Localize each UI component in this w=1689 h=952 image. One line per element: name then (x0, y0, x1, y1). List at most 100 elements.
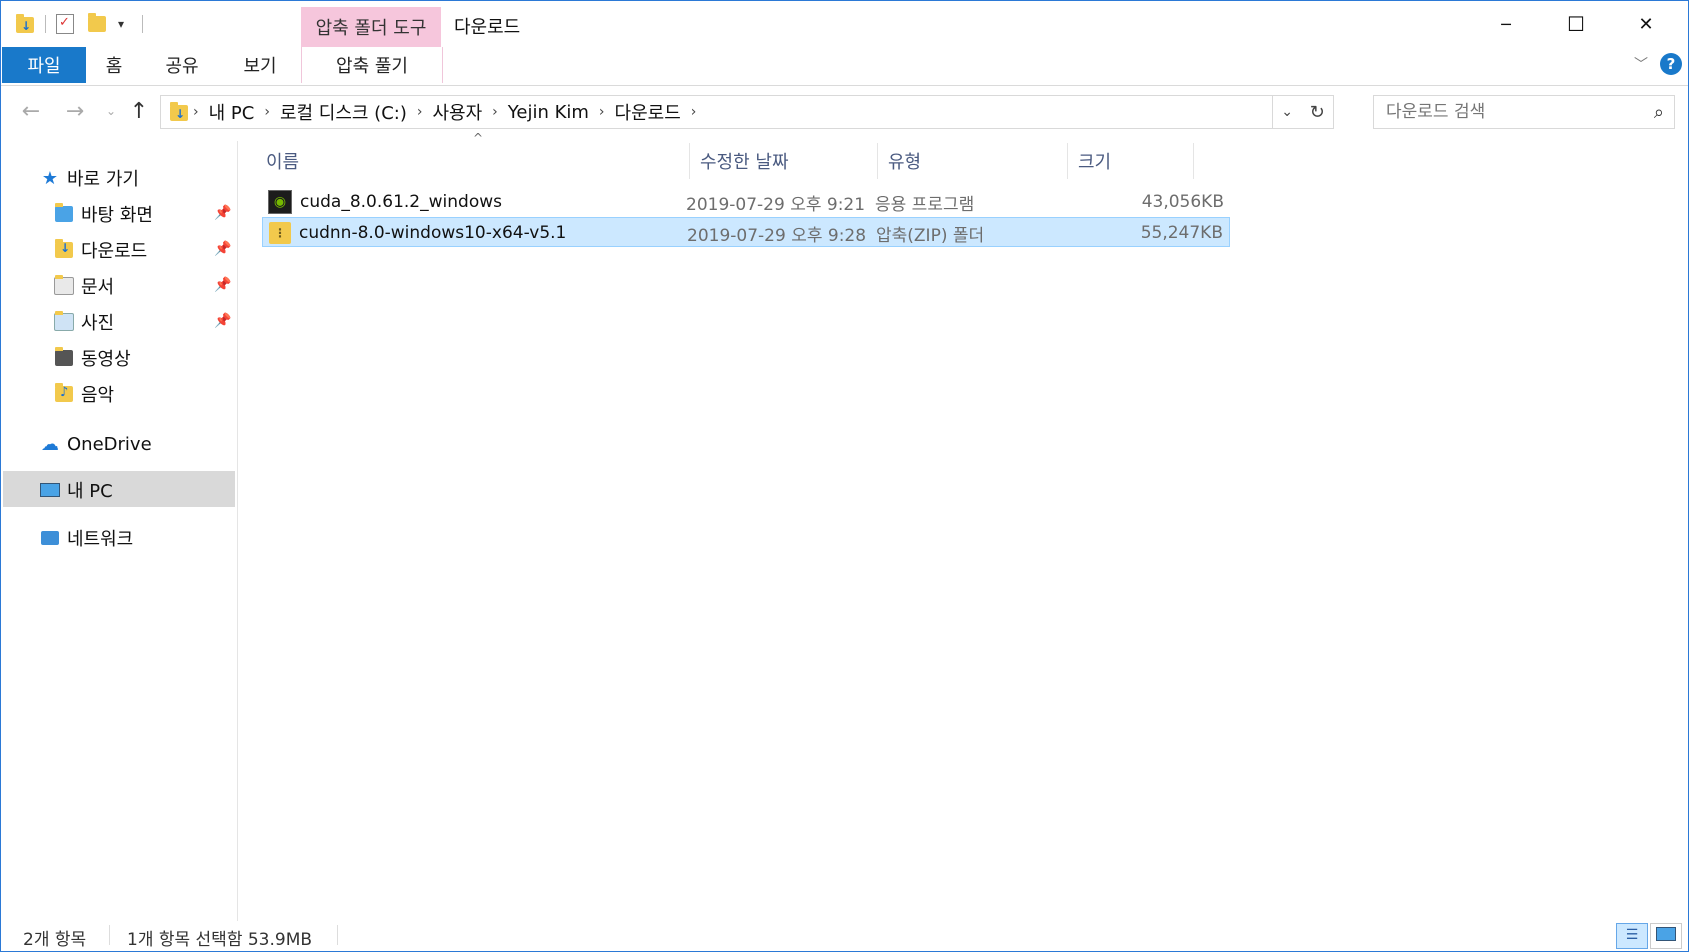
chevron-right-icon[interactable]: › (595, 104, 609, 120)
forward-button[interactable]: → (61, 97, 89, 125)
tab-file[interactable]: 파일 (2, 47, 86, 83)
divider (109, 925, 110, 945)
nav-item-pictures[interactable]: 사진 (53, 305, 114, 339)
quick-access-toolbar: ↓ ✓ ▾ (15, 11, 144, 37)
computer-icon (39, 479, 61, 501)
nav-item-music[interactable]: ♪ 음악 (53, 377, 114, 411)
nav-item-downloads[interactable]: ↓ 다운로드 (53, 233, 147, 267)
music-folder-icon: ♪ (53, 383, 75, 405)
breadcrumb-user[interactable]: Yejin Kim (502, 102, 595, 123)
customize-toolbar-icon[interactable]: ▾ (118, 17, 124, 31)
breadcrumb-users[interactable]: 사용자 (426, 99, 488, 125)
chevron-down-icon: ⌄ (105, 104, 117, 118)
large-icons-view-button[interactable] (1650, 923, 1682, 949)
breadcrumb-downloads[interactable]: 다운로드 (609, 99, 687, 125)
breadcrumb-this-pc[interactable]: 내 PC (203, 99, 261, 125)
divider (45, 15, 46, 33)
column-header-modified[interactable]: 수정한 날짜 (690, 143, 878, 179)
divider (337, 925, 338, 945)
network-icon (39, 527, 61, 549)
address-history-chevron-icon[interactable]: ⌄ (1281, 104, 1293, 120)
file-type: 응용 프로그램 (875, 194, 975, 215)
cloud-icon: ☁ (41, 433, 59, 455)
minimize-button[interactable]: ─ (1471, 1, 1541, 47)
item-count: 2개 항목 (23, 930, 87, 950)
properties-icon[interactable]: ✓ (56, 14, 74, 34)
nav-onedrive[interactable]: ☁ OneDrive (39, 427, 152, 461)
back-button[interactable]: ← (17, 97, 45, 125)
chevron-right-icon[interactable]: › (413, 104, 427, 120)
nav-label: 내 PC (67, 481, 113, 502)
nav-label: 문서 (81, 277, 115, 298)
column-header-size[interactable]: 크기 (1068, 143, 1194, 179)
forward-arrow-icon: → (65, 98, 85, 124)
maximize-button[interactable]: ☐ (1541, 1, 1611, 47)
back-arrow-icon: ← (21, 98, 41, 124)
refresh-icon[interactable]: ↻ (1310, 102, 1325, 123)
nav-label: 네트워크 (67, 529, 134, 550)
nav-label: 사진 (81, 313, 115, 334)
nav-network[interactable]: 네트워크 (39, 521, 133, 555)
file-modified: 2019-07-29 오후 9:28 (687, 225, 867, 246)
file-name: cuda_8.0.61.2_windows (300, 192, 502, 212)
ribbon-tabs: 파일 홈 공유 보기 압축 풀기 ﹀ ? (1, 47, 1688, 86)
close-icon: ✕ (1638, 13, 1654, 35)
star-icon: ★ (41, 167, 59, 189)
file-row-selected[interactable]: ⋮ cudnn-8.0-windows10-x64-v5.1 2019-07-2… (262, 217, 1230, 247)
search-box[interactable]: ⌕ (1373, 95, 1675, 129)
address-row: ← → ⌄ ↑ ↓ › 내 PC › 로컬 디스크 (C:) › 사용자 › Y… (1, 93, 1688, 129)
tab-view[interactable]: 보기 (235, 47, 285, 83)
pin-icon[interactable]: 📌 (214, 313, 231, 329)
search-icon[interactable]: ⌕ (1654, 102, 1664, 123)
address-bar[interactable]: ↓ › 내 PC › 로컬 디스크 (C:) › 사용자 › Yejin Kim… (160, 95, 1334, 129)
breadcrumb-local-disk[interactable]: 로컬 디스크 (C:) (274, 99, 413, 125)
tab-extract[interactable]: 압축 풀기 (301, 47, 443, 83)
pin-icon[interactable]: 📌 (214, 277, 231, 293)
maximize-icon: ☐ (1567, 12, 1585, 36)
nav-selection-highlight (3, 471, 235, 507)
ribbon-right-controls: ﹀ ? (1634, 53, 1682, 75)
pin-icon[interactable]: 📌 (214, 241, 231, 257)
details-view-icon: ☰ (1625, 927, 1639, 943)
nav-label: 음악 (81, 385, 115, 406)
file-row[interactable]: ◉ cuda_8.0.61.2_windows 2019-07-29 오후 9:… (262, 187, 1230, 217)
up-button[interactable]: ↑ (125, 97, 153, 125)
file-modified: 2019-07-29 오후 9:21 (686, 194, 866, 215)
search-input[interactable] (1384, 101, 1638, 123)
nav-item-desktop[interactable]: 바탕 화면 (53, 197, 153, 231)
help-icon[interactable]: ? (1660, 53, 1682, 75)
file-size: 55,247KB (1140, 223, 1223, 243)
column-header-type[interactable]: 유형 (878, 143, 1068, 179)
column-header-name[interactable]: 이름 (256, 143, 690, 179)
chevron-right-icon[interactable]: › (488, 104, 502, 120)
close-button[interactable]: ✕ (1611, 1, 1681, 47)
window-title: 다운로드 (454, 17, 521, 38)
downloads-folder-icon: ↓ (53, 239, 75, 261)
tab-home[interactable]: 홈 (96, 47, 132, 83)
nav-this-pc[interactable]: 내 PC (39, 473, 113, 507)
file-name: cudnn-8.0-windows10-x64-v5.1 (299, 223, 567, 243)
chevron-right-icon[interactable]: › (260, 104, 274, 120)
chevron-right-icon[interactable]: › (189, 104, 203, 120)
nav-quick-access[interactable]: ★ 바로 가기 (39, 161, 139, 195)
file-list: ^ 이름 수정한 날짜 유형 크기 ◉ cuda_8.0.61.2_window… (238, 131, 1688, 921)
selection-info: 1개 항목 선택함 53.9MB (127, 930, 313, 950)
nav-label: OneDrive (67, 433, 152, 455)
divider (142, 15, 144, 33)
pin-icon[interactable]: 📌 (214, 205, 231, 221)
new-folder-icon[interactable] (88, 13, 106, 32)
expand-ribbon-icon[interactable]: ﹀ (1634, 54, 1648, 74)
desktop-folder-icon (53, 203, 75, 225)
details-view-button[interactable]: ☰ (1616, 923, 1648, 949)
nav-item-videos[interactable]: 동영상 (53, 341, 131, 375)
chevron-right-icon[interactable]: › (687, 104, 701, 120)
file-type: 압축(ZIP) 폴더 (876, 225, 985, 246)
tab-share[interactable]: 공유 (157, 47, 207, 83)
address-controls: ⌄ ↻ (1272, 96, 1333, 128)
context-tab-group-label: 압축 폴더 도구 (301, 7, 441, 47)
explorer-window: ↓ ✓ ▾ 압축 폴더 도구 다운로드 ─ ☐ ✕ 파일 홈 공유 보기 압축 … (0, 0, 1689, 952)
nav-item-documents[interactable]: 문서 (53, 269, 114, 303)
recent-locations-button[interactable]: ⌄ (97, 97, 125, 125)
file-name-cell: ◉ cuda_8.0.61.2_windows (268, 187, 502, 217)
folder-downloads-icon[interactable]: ↓ (15, 14, 35, 33)
